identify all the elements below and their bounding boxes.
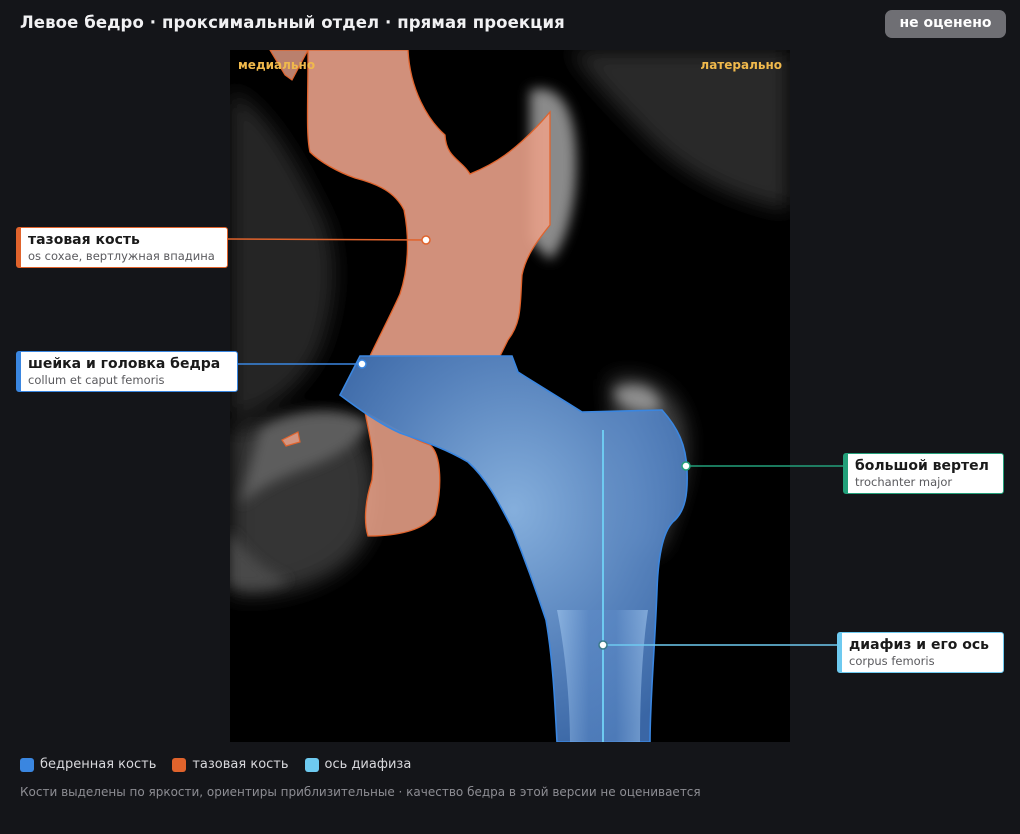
bone-overlay (269, 50, 688, 742)
callout-pelvis-latin: os coxae, вертлужная впадина (28, 249, 215, 263)
status-badge: не оценено (885, 10, 1006, 38)
callout-shaft-name: диафиз и его ось (849, 637, 990, 653)
orientation-medial: медиально (238, 58, 316, 72)
callout-trochanter[interactable]: большой вертел trochanter major (843, 453, 1004, 494)
legend-swatch-pelvis (172, 757, 187, 772)
legend: бедренная кость тазовая кость ось диафиз… (20, 757, 411, 772)
legend-swatch-femur (20, 757, 34, 772)
legend-item-pelvis: тазовая кость (172, 757, 289, 772)
callout-shaft[interactable]: диафиз и его ось corpus femoris (837, 632, 1004, 673)
legend-item-femur: бедренная кость (20, 757, 156, 772)
callout-trochanter-name: большой вертел (855, 458, 989, 474)
callout-shaft-latin: corpus femoris (849, 654, 935, 668)
callout-pelvis[interactable]: тазовая кость os coxae, вертлужная впади… (16, 227, 228, 268)
orientation-lateral: латерально (700, 58, 782, 72)
legend-label-shaft-axis: ось диафиза (324, 757, 412, 772)
legend-label-femur: бедренная кость (40, 757, 157, 772)
legend-label-pelvis: тазовая кость (192, 757, 289, 772)
callout-neck[interactable]: шейка и головка бедра collum et caput fe… (16, 351, 238, 392)
xray-viewport[interactable]: медиально латерально (230, 50, 790, 742)
callout-pelvis-name: тазовая кость (28, 232, 140, 248)
callout-neck-latin: collum et caput femoris (28, 373, 165, 387)
footnote: Кости выделены по яркости, ориентиры при… (20, 785, 701, 799)
pelvis-fragment-small (281, 431, 301, 447)
legend-swatch-shaft-axis (304, 757, 319, 772)
callout-trochanter-latin: trochanter major (855, 475, 953, 489)
callout-neck-name: шейка и головка бедра (28, 356, 221, 372)
legend-item-shaft-axis: ось диафиза (304, 757, 412, 772)
page-title: Левое бедро · проксимальный отдел · прям… (20, 13, 565, 32)
pelvis-region (306, 50, 551, 357)
